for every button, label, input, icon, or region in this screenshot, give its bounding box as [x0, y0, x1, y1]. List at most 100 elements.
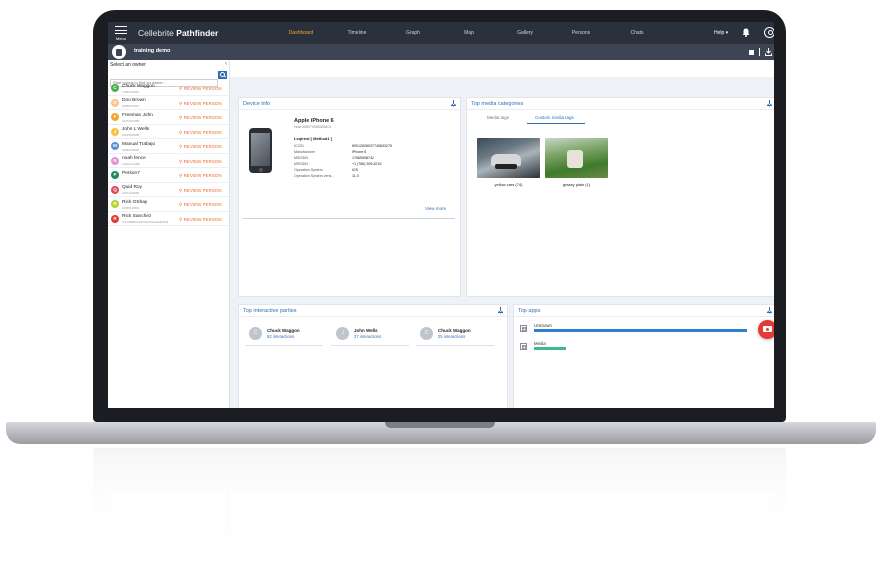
divider [514, 316, 774, 317]
review-person-button[interactable]: ⚲ REVIEW PERSON [179, 86, 222, 92]
search-person-icon: ⚲ [179, 86, 183, 91]
stop-icon[interactable] [749, 50, 754, 55]
media-thumbnail-grassy-plain[interactable] [545, 138, 608, 178]
party-name: Chuck Waggon [267, 328, 300, 333]
brand-prefix: Cellebrite [138, 28, 174, 38]
party-item[interactable]: C Chuck Waggon 25 interactions [414, 327, 496, 343]
divider [467, 109, 774, 110]
avatar: P [111, 171, 119, 179]
app-name: Media [534, 341, 546, 346]
review-label: REVIEW PERSON [183, 115, 222, 120]
owner-row[interactable]: R Rick Sanchez rick7d3880eed4d1ded70ea9d4b… [108, 212, 229, 226]
party-item[interactable]: J John Wells 27 interactions [330, 327, 412, 343]
field-label: MSISDN [294, 162, 308, 166]
owner-search [110, 71, 227, 87]
top-media-card: Top media categories Media tags Custom m… [466, 97, 774, 297]
tab-map[interactable]: Map [441, 22, 497, 44]
content-header-strip [230, 60, 774, 77]
tab-graph[interactable]: Graph [385, 22, 441, 44]
laptop-notch [385, 422, 495, 428]
tab-chats[interactable]: Chats [609, 22, 665, 44]
owner-row[interactable]: R Rick OShay 15055310691 ⚲ REVIEW PERSON [108, 197, 229, 212]
tab-custom-media-tags[interactable]: Custom media tags [535, 115, 574, 120]
owner-row[interactable]: C Chuck Waggon 17863234562 ⚲ REVIEW PERSON [108, 81, 229, 96]
help-menu[interactable]: Help ▾ [714, 30, 728, 36]
party-name: John Wells [354, 328, 378, 333]
review-person-button[interactable]: ⚲ REVIEW PERSON [179, 202, 222, 208]
media-thumbnail-yellow-cars[interactable] [477, 138, 540, 178]
download-icon[interactable] [765, 48, 772, 56]
review-person-button[interactable]: ⚲ REVIEW PERSON [179, 173, 222, 179]
field-label: MSISDN [294, 156, 308, 160]
download-icon[interactable] [767, 100, 772, 106]
user-account-icon[interactable] [764, 27, 774, 38]
top-apps-card: Top apps Unknown Media [513, 304, 774, 408]
app-share-bar [534, 347, 566, 350]
tab-timeline[interactable]: Timeline [329, 22, 385, 44]
field-value: +1 (786) 599-8742 [352, 162, 382, 166]
screenshot-fab-button[interactable] [758, 320, 774, 339]
download-icon[interactable] [767, 307, 772, 313]
owner-row[interactable]: Q Quid Roy 14072102082 ⚲ REVIEW PERSON [108, 183, 229, 197]
search-person-icon: ⚲ [179, 129, 183, 135]
field-value: iOS [352, 168, 358, 172]
app-row[interactable]: Media [520, 341, 760, 353]
party-interactions: 27 interactions [354, 334, 382, 339]
search-icon[interactable] [218, 71, 227, 79]
owner-name: Doo Brown [122, 98, 146, 103]
avatar: N [111, 156, 119, 165]
download-icon[interactable] [451, 100, 456, 106]
app-name: Unknown [534, 323, 552, 328]
owner-row[interactable]: D Doo Brown 18058571027 ⚲ REVIEW PERSON [108, 96, 229, 110]
owner-identifier: 14072102082 [122, 191, 140, 195]
field-value: 11.0 [352, 174, 359, 178]
review-person-button[interactable]: ⚲ REVIEW PERSON [179, 159, 222, 165]
review-person-button[interactable]: ⚲ REVIEW PERSON [179, 115, 222, 121]
collapse-panel-button[interactable]: ‹ [225, 61, 227, 67]
avatar: J [336, 327, 349, 340]
camera-icon [763, 326, 772, 332]
divider [239, 316, 507, 317]
avatar: D [111, 98, 119, 107]
review-person-button[interactable]: ⚲ REVIEW PERSON [179, 130, 222, 136]
tab-dashboard[interactable]: Dashboard [273, 22, 329, 44]
bell-icon[interactable] [742, 28, 750, 37]
review-label: REVIEW PERSON [183, 158, 222, 164]
search-person-icon: ⚲ [179, 158, 183, 164]
owner-name: Rick Sanchez [122, 214, 152, 219]
tab-gallery[interactable]: Gallery [497, 22, 553, 44]
menu-button[interactable]: Menu [112, 24, 130, 42]
field-label: Operation System [294, 168, 323, 172]
top-parties-card: Top interactive parties C Chuck Waggon 6… [238, 304, 508, 408]
owner-row[interactable]: F Freeman John 19372337985 ⚲ REVIEW PERSON [108, 110, 229, 125]
review-person-button[interactable]: ⚲ REVIEW PERSON [179, 101, 222, 107]
field-value: iPhone 6 [352, 150, 367, 154]
party-item[interactable]: C Chuck Waggon 62 interactions [243, 327, 325, 343]
owner-row[interactable]: M Manual Trabajo 16092134636 ⚲ REVIEW PERSO… [108, 139, 229, 154]
owner-row[interactable]: J John L Wells 16016930986 ⚲ REVIEW PERSON [108, 125, 229, 139]
field-label: Manufacturer [294, 150, 316, 154]
party-interactions: 62 interactions [267, 334, 295, 339]
owner-row[interactable]: P Person7 ⚲ REVIEW PERSON [108, 168, 229, 183]
review-person-button[interactable]: ⚲ REVIEW PERSON [179, 144, 222, 150]
media-subtabs: Media tags Custom media tags [467, 112, 774, 124]
review-person-button[interactable]: ⚲ REVIEW PERSON [179, 217, 222, 223]
avatar: M [111, 142, 119, 150]
owner-identifier: 17863234562 [122, 89, 140, 94]
owner-identifier: 15055310691 [122, 205, 140, 210]
tab-persons[interactable]: Persons [553, 22, 609, 44]
app-grid-icon [520, 343, 527, 350]
avatar: C [249, 327, 262, 340]
download-icon[interactable] [498, 307, 503, 313]
brand-name: Pathfinder [176, 28, 219, 38]
review-label: REVIEW PERSON [183, 173, 222, 178]
owner-selector-panel: Select an owner ‹ CChuck Waggon178632345… [108, 60, 230, 408]
review-person-button[interactable]: ⚲ REVIEW PERSON [179, 188, 222, 194]
view-more-link[interactable]: View more [425, 206, 446, 211]
owner-row[interactable]: Nnoah fence noahfence999 ⚲ REVIEW PERSON [108, 154, 229, 168]
app-row[interactable]: Unknown [520, 323, 760, 335]
tab-media-tags[interactable]: Media tags [487, 115, 509, 120]
search-person-icon: ⚲ [179, 100, 183, 106]
extraction-name: Leqirest [ Method1 ] [294, 136, 333, 141]
search-person-icon: ⚲ [179, 173, 183, 178]
